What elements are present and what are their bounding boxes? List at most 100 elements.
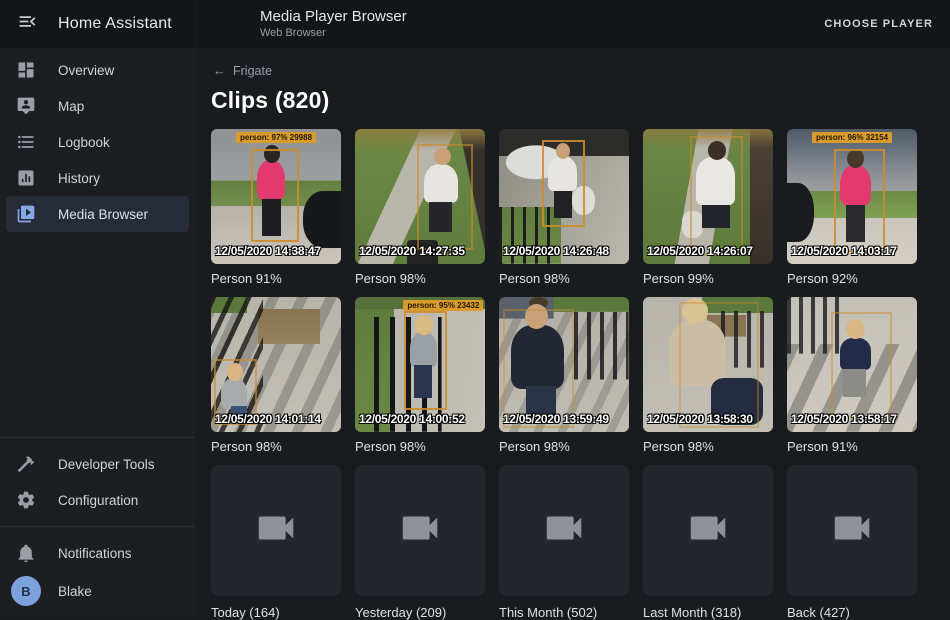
sidebar: Overview Map Logbook History Media Brows…	[0, 48, 195, 617]
user-name: Blake	[58, 584, 92, 599]
clip-tile[interactable]: 12/05/2020 14:26:07 Person 99%	[643, 129, 773, 286]
media-title-block: Media Player Browser Web Browser	[260, 8, 407, 40]
sidebar-item-user[interactable]: B Blake	[6, 571, 189, 611]
back-arrow-icon: ←	[213, 63, 226, 78]
clip-tile[interactable]: person: 95% 23432 12/05/2020 14:00:52 Pe…	[355, 297, 485, 454]
media-header: Media Player Browser Web Browser CHOOSE …	[195, 0, 950, 48]
gear-icon	[16, 490, 36, 510]
breadcrumb-label: Frigate	[233, 64, 272, 78]
video-camera-icon	[541, 505, 587, 556]
clip-label: Person 98%	[499, 439, 629, 454]
folder-label: Last Month (318)	[643, 605, 773, 620]
clip-thumbnail: 12/05/2020 13:59:49	[499, 297, 629, 432]
sidebar-item-history[interactable]: History	[6, 160, 189, 196]
clip-thumbnail: person: 95% 23432 12/05/2020 14:00:52	[355, 297, 485, 432]
sidebar-item-map[interactable]: Map	[6, 88, 189, 124]
detection-bbox	[679, 302, 758, 428]
clip-label: Person 91%	[211, 271, 341, 286]
clip-thumbnail: 12/05/2020 14:26:48	[499, 129, 629, 264]
clip-tile[interactable]: 12/05/2020 14:26:48 Person 98%	[499, 129, 629, 286]
clip-label: Person 98%	[211, 439, 341, 454]
detection-bbox	[831, 312, 892, 419]
clip-thumbnail: person: 97% 29988 12/05/2020 14:38:47	[211, 129, 341, 264]
play-box-multiple-icon	[16, 204, 36, 224]
clip-tile[interactable]: 12/05/2020 14:27:35 Person 98%	[355, 129, 485, 286]
menu-open-icon	[17, 11, 38, 37]
clip-tile[interactable]: person: 97% 29988 12/05/2020 14:38:47 Pe…	[211, 129, 341, 286]
clip-label: Person 98%	[355, 271, 485, 286]
folder-tile-yesterday[interactable]: Yesterday (209)	[355, 465, 485, 620]
sidebar-item-label: Notifications	[58, 546, 132, 561]
detection-overlay-label: person: 96% 32154	[812, 132, 892, 143]
sidebar-header: Home Assistant	[0, 0, 195, 48]
folder-thumbnail	[211, 465, 341, 596]
detection-bbox	[417, 144, 473, 251]
clip-timestamp: 12/05/2020 14:01:14	[215, 412, 321, 426]
clip-timestamp: 12/05/2020 14:26:48	[503, 244, 609, 258]
choose-player-button[interactable]: CHOOSE PLAYER	[824, 18, 933, 30]
detection-bbox	[251, 149, 299, 242]
clip-thumbnail: 12/05/2020 14:01:14	[211, 297, 341, 432]
clips-row-1: person: 97% 29988 12/05/2020 14:38:47 Pe…	[211, 129, 950, 286]
breadcrumb-back[interactable]: ← Frigate	[213, 63, 950, 78]
detection-bbox	[503, 309, 575, 428]
clip-timestamp: 12/05/2020 13:58:17	[791, 412, 897, 426]
clip-timestamp: 12/05/2020 14:38:47	[215, 244, 321, 258]
clip-timestamp: 12/05/2020 13:59:49	[503, 412, 609, 426]
video-camera-icon	[253, 505, 299, 556]
clips-row-2: 12/05/2020 14:01:14 Person 98% person: 9…	[211, 297, 950, 454]
clip-timestamp: 12/05/2020 14:27:35	[359, 244, 465, 258]
folder-tile-today[interactable]: Today (164)	[211, 465, 341, 620]
sidebar-item-configuration[interactable]: Configuration	[6, 482, 189, 518]
map-account-icon	[16, 96, 36, 116]
clip-tile[interactable]: 12/05/2020 13:58:17 Person 91%	[787, 297, 917, 454]
folder-label: Back (427)	[787, 605, 917, 620]
clip-thumbnail: 12/05/2020 13:58:17	[787, 297, 917, 432]
folder-label: Yesterday (209)	[355, 605, 485, 620]
clip-tile[interactable]: 12/05/2020 13:59:49 Person 98%	[499, 297, 629, 454]
detection-overlay-label: person: 97% 29988	[236, 132, 316, 143]
clip-timestamp: 12/05/2020 14:03:17	[791, 244, 897, 258]
sidebar-divider	[0, 526, 195, 527]
sidebar-toggle-button[interactable]	[15, 12, 39, 36]
folder-tile-this-month[interactable]: This Month (502)	[499, 465, 629, 620]
clip-tile[interactable]: 12/05/2020 14:01:14 Person 98%	[211, 297, 341, 454]
clip-timestamp: 12/05/2020 13:58:30	[647, 412, 753, 426]
dashboard-icon	[16, 60, 36, 80]
folder-thumbnail	[787, 465, 917, 596]
sidebar-item-logbook[interactable]: Logbook	[6, 124, 189, 160]
sidebar-divider	[0, 437, 195, 438]
hammer-icon	[16, 454, 36, 474]
folder-tile-back[interactable]: Back (427)	[787, 465, 917, 620]
sidebar-nav: Overview Map Logbook History Media Brows…	[0, 48, 195, 232]
folders-row: Today (164) Yesterday (209) This Month (…	[211, 465, 950, 620]
clip-tile[interactable]: 12/05/2020 13:58:30 Person 98%	[643, 297, 773, 454]
video-camera-icon	[829, 505, 875, 556]
avatar: B	[11, 576, 41, 606]
clip-tile[interactable]: person: 96% 32154 12/05/2020 14:03:17 Pe…	[787, 129, 917, 286]
detection-overlay-label: person: 95% 23432	[403, 300, 483, 311]
sidebar-item-overview[interactable]: Overview	[6, 52, 189, 88]
media-browser-content: ← Frigate Clips (820) person: 97% 29988 …	[195, 48, 950, 617]
detection-bbox	[542, 140, 585, 228]
detection-bbox	[834, 149, 885, 252]
sidebar-item-label: Configuration	[58, 493, 138, 508]
detection-bbox	[690, 136, 743, 256]
folder-tile-last-month[interactable]: Last Month (318)	[643, 465, 773, 620]
detection-bbox	[404, 311, 447, 411]
sidebar-item-label: Logbook	[58, 135, 110, 150]
clip-thumbnail: 12/05/2020 14:26:07	[643, 129, 773, 264]
sidebar-bottom: Developer Tools Configuration Notificati…	[0, 429, 195, 617]
sidebar-item-label: Overview	[58, 63, 114, 78]
folder-thumbnail	[355, 465, 485, 596]
page-title: Clips (820)	[211, 87, 950, 114]
sidebar-item-developer-tools[interactable]: Developer Tools	[6, 446, 189, 482]
clip-timestamp: 12/05/2020 14:26:07	[647, 244, 753, 258]
sidebar-item-notifications[interactable]: Notifications	[6, 535, 189, 571]
sidebar-item-media-browser[interactable]: Media Browser	[6, 196, 189, 232]
chart-box-icon	[16, 168, 36, 188]
media-subtitle: Web Browser	[260, 27, 407, 40]
folder-thumbnail	[643, 465, 773, 596]
app-title: Home Assistant	[58, 15, 172, 33]
list-icon	[16, 132, 36, 152]
